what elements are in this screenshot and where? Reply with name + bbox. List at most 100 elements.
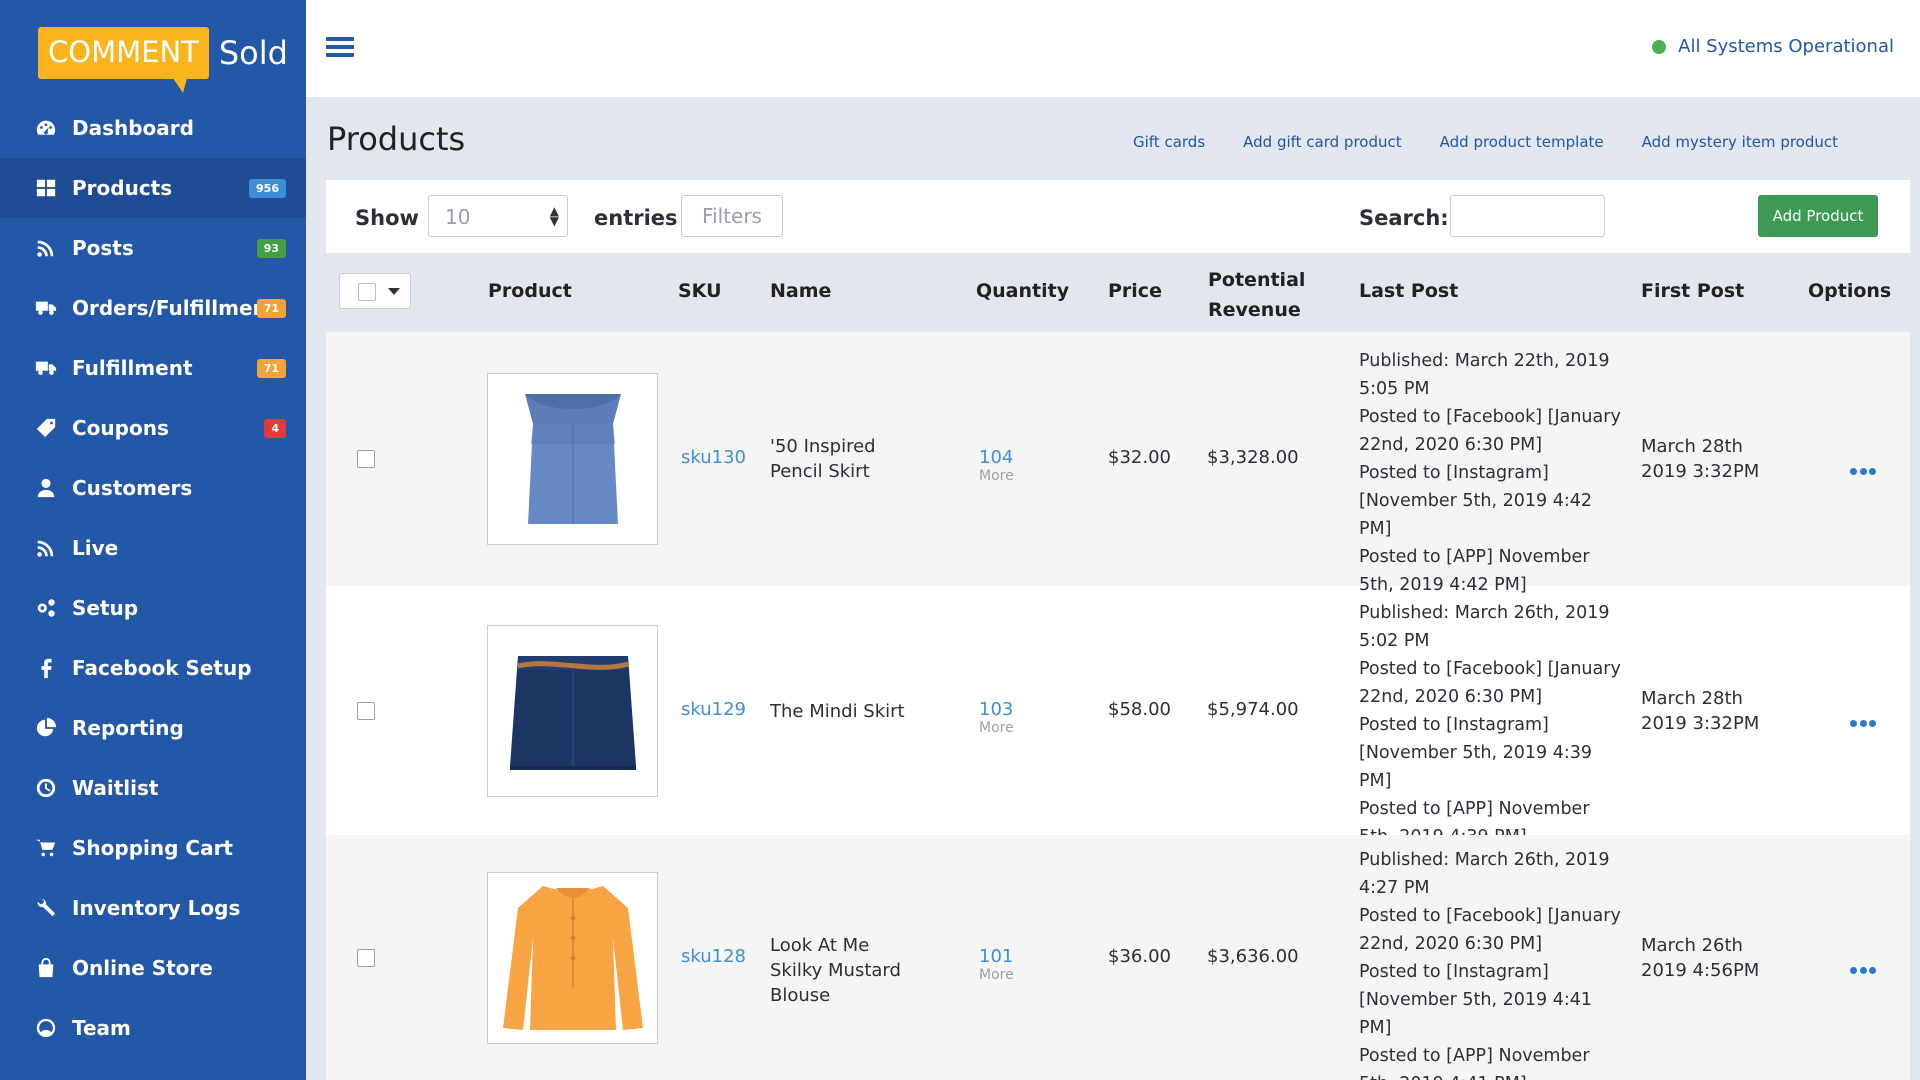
first-post-line: 2019 4:56PM <box>1641 959 1760 981</box>
truck-icon <box>34 296 58 320</box>
count-badge: 71 <box>256 358 286 378</box>
last-post: Published: March 26th, 2019 4:27 PM Posted… <box>1359 846 1629 1080</box>
quantity-link[interactable]: 101 More <box>979 946 1014 983</box>
count-badge: 4 <box>264 418 286 438</box>
header-potential-revenue[interactable]: Potential Revenue <box>1208 265 1305 325</box>
wrench-icon <box>34 896 58 920</box>
more-link[interactable]: More <box>979 468 1014 484</box>
sidebar-item-waitlist[interactable]: Waitlist <box>0 758 306 818</box>
last-post-line: Posted to [Instagram] <box>1359 714 1549 735</box>
header-sku[interactable]: SKU <box>678 280 722 302</box>
add-mystery-item-product-link[interactable]: Add mystery item product <box>1642 133 1838 151</box>
more-link[interactable]: More <box>979 967 1014 983</box>
entries-select[interactable]: 10 ▲ ▼ <box>428 195 568 237</box>
last-post-line: Posted to [APP] November <box>1359 1045 1590 1066</box>
quantity-value: 101 <box>979 945 1014 967</box>
sidebar-item-facebook-setup[interactable]: Facebook Setup <box>0 638 306 698</box>
last-post-line: Published: March 26th, 2019 <box>1359 849 1610 870</box>
commentsold-logo[interactable]: COMMENT Sold <box>38 22 288 93</box>
options-menu-icon[interactable] <box>1850 719 1879 727</box>
first-post-line: March 28th <box>1641 436 1743 457</box>
first-post-line: 2019 3:32PM <box>1641 461 1760 482</box>
gift-cards-link[interactable]: Gift cards <box>1133 133 1205 151</box>
sku-link[interactable]: sku129 <box>681 699 746 720</box>
count-badge: 71 <box>256 298 286 318</box>
row-checkbox[interactable] <box>357 450 375 468</box>
last-post: Published: March 26th, 2019 5:02 PM Posted… <box>1359 599 1629 851</box>
header-price[interactable]: Price <box>1108 280 1162 302</box>
status-dot-icon <box>1652 39 1667 54</box>
header-quantity[interactable]: Quantity <box>976 280 1069 302</box>
sidebar-item-customers[interactable]: Customers <box>0 458 306 518</box>
last-post-line: Posted to [Instagram] <box>1359 463 1549 483</box>
add-product-template-link[interactable]: Add product template <box>1440 133 1604 151</box>
count-badge: 93 <box>256 238 286 258</box>
sidebar-item-online-store[interactable]: Online Store <box>0 938 306 998</box>
sidebar-item-reporting[interactable]: Reporting <box>0 698 306 758</box>
last-post: Published: March 22th, 2019 5:05 PM Posted… <box>1359 347 1629 599</box>
sidebar-item-orders-fulfillment[interactable]: Orders/Fulfillment 71 <box>0 278 306 338</box>
sku-link[interactable]: sku130 <box>681 447 746 468</box>
sku-link[interactable]: sku128 <box>681 946 746 967</box>
logo-sold: Sold <box>218 34 288 72</box>
menu-toggle-icon[interactable] <box>326 37 354 59</box>
grid-icon <box>34 176 58 200</box>
header-potential-revenue-line1: Potential <box>1208 269 1306 291</box>
more-link[interactable]: More <box>979 720 1014 736</box>
system-status[interactable]: All Systems Operational <box>1652 36 1894 57</box>
sidebar-item-products[interactable]: Products 956 <box>0 158 306 218</box>
last-post-line: [November 5th, 2019 4:41 PM] <box>1359 989 1593 1038</box>
product-thumbnail[interactable] <box>487 871 658 1044</box>
first-post: March 28th 2019 3:32PM <box>1641 434 1771 484</box>
add-product-button[interactable]: Add Product <box>1758 195 1878 237</box>
sidebar-item-inventory-logs[interactable]: Inventory Logs <box>0 878 306 938</box>
search-label: Search: <box>1359 206 1449 230</box>
sidebar-item-team[interactable]: Team <box>0 998 306 1058</box>
search-input[interactable] <box>1450 195 1605 237</box>
product-thumbnail[interactable] <box>487 624 658 797</box>
caret-down-icon <box>388 288 400 295</box>
header-options: Options <box>1808 280 1892 302</box>
header-potential-revenue-line2: Revenue <box>1208 299 1301 321</box>
row-checkbox[interactable] <box>357 701 375 720</box>
sidebar-item-posts[interactable]: Posts 93 <box>0 218 306 278</box>
facebook-icon <box>34 656 58 680</box>
show-label: Show <box>355 206 419 230</box>
header-first-post[interactable]: First Post <box>1641 280 1744 302</box>
sidebar-item-coupons[interactable]: Coupons 4 <box>0 398 306 458</box>
sidebar-item-shopping-cart[interactable]: Shopping Cart <box>0 818 306 878</box>
select-all-dropdown[interactable] <box>339 273 411 309</box>
sidebar-item-setup[interactable]: Setup <box>0 578 306 638</box>
shopping-bag-icon <box>34 956 58 980</box>
sidebar-item-label: Team <box>72 1016 131 1040</box>
count-badge: 956 <box>249 178 286 198</box>
pie-chart-icon <box>34 716 58 740</box>
last-post-line: Posted to [Facebook] [January <box>1359 407 1621 427</box>
sidebar-item-label: Dashboard <box>72 116 194 140</box>
add-gift-card-product-link[interactable]: Add gift card product <box>1243 133 1402 151</box>
quantity-link[interactable]: 103 More <box>979 699 1014 736</box>
price: $32.00 <box>1108 447 1171 468</box>
header-last-post[interactable]: Last Post <box>1359 280 1458 302</box>
options-menu-icon[interactable] <box>1850 468 1879 475</box>
topbar: All Systems Operational <box>306 0 1920 97</box>
sidebar-item-fulfillment[interactable]: Fulfillment 71 <box>0 338 306 398</box>
product-name: The Mindi Skirt <box>770 700 905 722</box>
product-thumbnail[interactable] <box>487 373 658 545</box>
sidebar-nav: Dashboard Products 956 Posts 93 Orders/Fulfil… <box>0 98 306 1058</box>
header-links: Gift cards Add gift card product Add pro… <box>1133 133 1876 151</box>
price: $36.00 <box>1108 945 1171 967</box>
sidebar-item-live[interactable]: Live <box>0 518 306 578</box>
sidebar-item-label: Products <box>72 176 173 200</box>
header-name[interactable]: Name <box>770 280 831 302</box>
select-all-checkbox[interactable] <box>358 283 376 301</box>
sidebar-item-dashboard[interactable]: Dashboard <box>0 98 306 158</box>
filters-button[interactable]: Filters <box>681 195 783 237</box>
options-menu-icon[interactable] <box>1850 966 1879 974</box>
quantity-link[interactable]: 104 More <box>979 447 1014 484</box>
row-checkbox[interactable] <box>357 948 375 967</box>
sidebar-item-label: Shopping Cart <box>72 836 233 860</box>
rss-icon <box>34 236 58 260</box>
header-product[interactable]: Product <box>488 280 572 302</box>
sidebar-item-label: Reporting <box>72 716 184 740</box>
